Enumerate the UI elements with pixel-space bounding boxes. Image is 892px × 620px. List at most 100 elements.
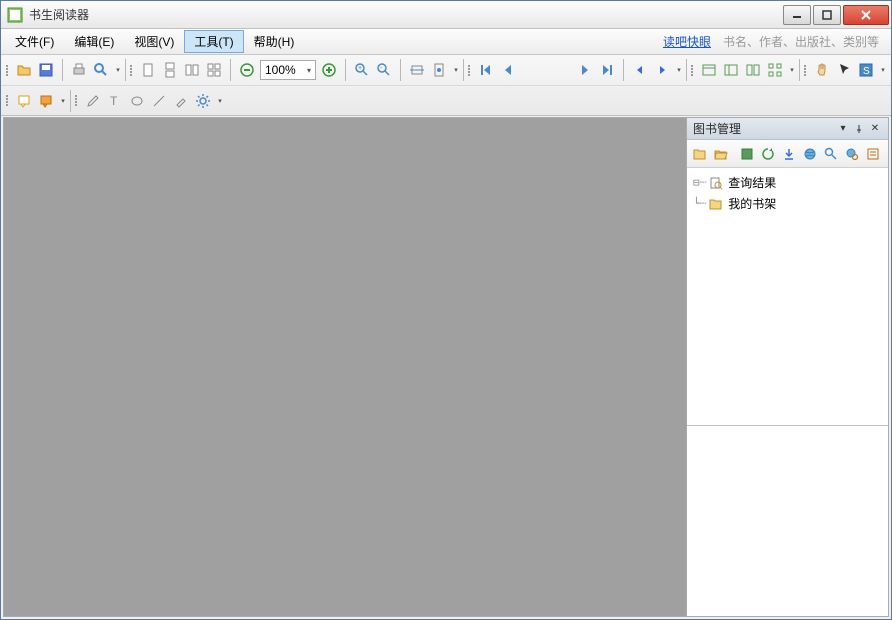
- grip-icon[interactable]: [75, 95, 77, 106]
- grip-icon[interactable]: [6, 95, 8, 106]
- line-icon[interactable]: [148, 90, 170, 112]
- dropdown-arrow-icon[interactable]: ▾: [788, 66, 796, 74]
- globe-icon[interactable]: [800, 144, 820, 164]
- book-icon[interactable]: [737, 144, 757, 164]
- layout1-icon[interactable]: [698, 59, 720, 81]
- svg-text:+: +: [358, 65, 362, 72]
- quick-read-link[interactable]: 读吧快眼: [663, 33, 723, 50]
- menu-view[interactable]: 视图(V): [124, 30, 184, 53]
- tree-view[interactable]: ⊟┈ 查询结果 └┈ 我的书架: [687, 168, 888, 426]
- page-single-icon[interactable]: [137, 59, 159, 81]
- catalog-icon[interactable]: [863, 144, 883, 164]
- menubar: 文件(F) 编辑(E) 视图(V) 工具(T) 帮助(H) 读吧快眼 书名、作者…: [1, 29, 891, 55]
- refresh-icon[interactable]: [758, 144, 778, 164]
- svg-text:-: -: [380, 65, 383, 72]
- grip-icon[interactable]: [691, 65, 693, 76]
- find-icon[interactable]: [821, 144, 841, 164]
- dropdown-arrow-icon[interactable]: ▾: [675, 66, 683, 74]
- tree-item-label: 我的书架: [728, 195, 776, 212]
- search-icon[interactable]: [90, 59, 112, 81]
- print-icon[interactable]: [68, 59, 90, 81]
- grip-icon[interactable]: [6, 65, 8, 76]
- dropdown-arrow-icon[interactable]: ▾: [216, 97, 224, 105]
- panel-pin-icon[interactable]: [852, 122, 866, 136]
- highlight-icon[interactable]: [170, 90, 192, 112]
- first-page-icon[interactable]: [475, 59, 497, 81]
- document-area: [4, 118, 686, 616]
- folder-icon: [708, 196, 724, 212]
- grip-icon[interactable]: [130, 65, 132, 76]
- app-window: 书生阅读器 文件(F) 编辑(E) 视图(V) 工具(T) 帮助(H) 读吧快眼…: [0, 0, 892, 620]
- zoom-input[interactable]: 100%▾: [260, 60, 316, 80]
- layout4-icon[interactable]: [764, 59, 786, 81]
- save-icon[interactable]: [35, 59, 57, 81]
- zoom-in-icon[interactable]: [318, 59, 340, 81]
- app-icon: [7, 7, 23, 23]
- magnify-minus-icon[interactable]: -: [373, 59, 395, 81]
- minimize-button[interactable]: [783, 5, 811, 25]
- next-page-icon[interactable]: [574, 59, 596, 81]
- new-folder-icon[interactable]: [690, 144, 710, 164]
- panel-toolbar: [687, 140, 888, 168]
- pointer-icon[interactable]: [833, 59, 855, 81]
- page-facing-icon[interactable]: [181, 59, 203, 81]
- back-icon[interactable]: [629, 59, 651, 81]
- annotation1-icon[interactable]: [13, 90, 35, 112]
- grip-icon[interactable]: [468, 65, 470, 76]
- grip-icon[interactable]: [804, 65, 806, 76]
- dropdown-arrow-icon[interactable]: ▾: [59, 97, 67, 105]
- tree-item-search-results[interactable]: ⊟┈ 查询结果: [693, 172, 882, 193]
- open-icon[interactable]: [13, 59, 35, 81]
- toolbar-row-1: ▾ 100%▾ + -: [1, 55, 891, 85]
- preview-pane: [687, 426, 888, 616]
- select-icon[interactable]: S: [855, 59, 877, 81]
- layout3-icon[interactable]: [742, 59, 764, 81]
- zoom-out-icon[interactable]: [236, 59, 258, 81]
- search-result-icon: [708, 175, 724, 191]
- annotation2-icon[interactable]: [35, 90, 57, 112]
- menu-edit[interactable]: 编辑(E): [64, 30, 124, 53]
- prev-page-icon[interactable]: [497, 59, 519, 81]
- text-icon[interactable]: T: [104, 90, 126, 112]
- titlebar: 书生阅读器: [1, 1, 891, 29]
- dropdown-arrow-icon[interactable]: ▾: [879, 66, 887, 74]
- circle-icon[interactable]: [126, 90, 148, 112]
- toolbar-row-2: ▾ T ▾: [1, 85, 891, 115]
- maximize-button[interactable]: [813, 5, 841, 25]
- last-page-icon[interactable]: [596, 59, 618, 81]
- page-continuous-icon[interactable]: [159, 59, 181, 81]
- magnify-plus-icon[interactable]: +: [351, 59, 373, 81]
- web-search-icon[interactable]: [842, 144, 862, 164]
- menu-file[interactable]: 文件(F): [5, 30, 64, 53]
- download-icon[interactable]: [779, 144, 799, 164]
- fit-page-icon[interactable]: [428, 59, 450, 81]
- layout2-icon[interactable]: [720, 59, 742, 81]
- dropdown-arrow-icon[interactable]: ▾: [114, 66, 122, 74]
- open-folder-icon[interactable]: [711, 144, 731, 164]
- side-panel: 图书管理 ▾ ✕ ⊟┈ 查询结果: [686, 118, 888, 616]
- settings-icon[interactable]: [192, 90, 214, 112]
- menu-help[interactable]: 帮助(H): [244, 30, 305, 53]
- hand-icon[interactable]: [811, 59, 833, 81]
- forward-icon[interactable]: [651, 59, 673, 81]
- tree-item-label: 查询结果: [728, 174, 776, 191]
- tree-item-my-bookshelf[interactable]: └┈ 我的书架: [693, 193, 882, 214]
- panel-title: 图书管理: [693, 120, 834, 137]
- svg-text:S: S: [863, 66, 870, 77]
- panel-header: 图书管理 ▾ ✕: [687, 118, 888, 140]
- zoom-value: 100%: [265, 63, 296, 77]
- pencil-icon[interactable]: [82, 90, 104, 112]
- window-title: 书生阅读器: [29, 6, 783, 23]
- panel-menu-icon[interactable]: ▾: [836, 122, 850, 136]
- window-controls: [783, 5, 889, 25]
- page-multi-icon[interactable]: [203, 59, 225, 81]
- svg-text:T: T: [110, 94, 118, 108]
- panel-close-icon[interactable]: ✕: [868, 122, 882, 136]
- fit-width-icon[interactable]: [406, 59, 428, 81]
- toolbar-area: ▾ 100%▾ + -: [1, 55, 891, 116]
- dropdown-arrow-icon[interactable]: ▾: [452, 66, 460, 74]
- search-hint[interactable]: 书名、作者、出版社、类别等: [723, 33, 887, 50]
- menu-tools[interactable]: 工具(T): [184, 30, 243, 53]
- content-area: 图书管理 ▾ ✕ ⊟┈ 查询结果: [3, 117, 889, 617]
- close-button[interactable]: [843, 5, 889, 25]
